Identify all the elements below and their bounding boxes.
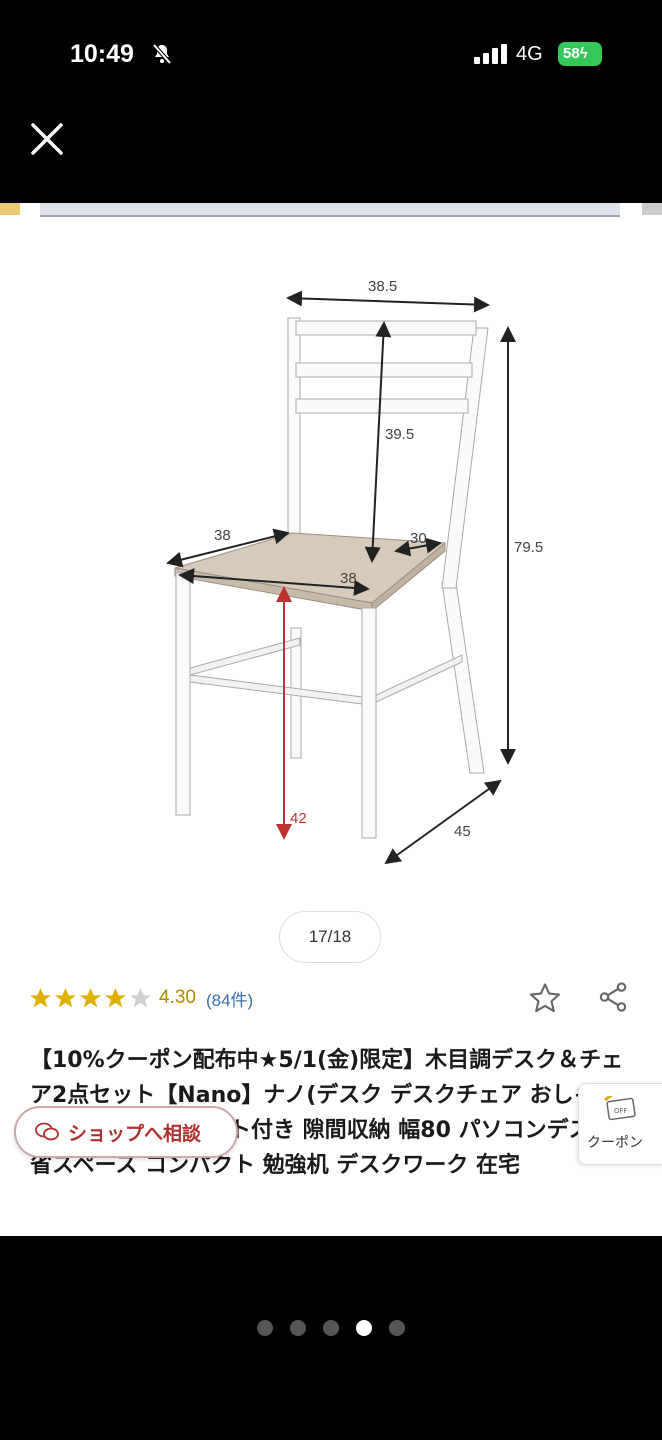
dimension-seat-width: 38 bbox=[340, 570, 357, 587]
star-empty-icon bbox=[130, 987, 151, 1007]
image-top-edge bbox=[40, 203, 620, 217]
page-dot[interactable] bbox=[257, 1320, 273, 1336]
share-icon[interactable] bbox=[596, 980, 630, 1014]
ask-shop-button[interactable]: ショップへ相談 bbox=[14, 1106, 238, 1158]
coupon-icon: OFF bbox=[604, 1096, 636, 1121]
clock: 10:49 bbox=[70, 40, 134, 68]
coupon-button[interactable]: OFF クーポン bbox=[578, 1083, 662, 1165]
dimension-total-height: 79.5 bbox=[514, 539, 543, 556]
dimension-seat-right: 30 bbox=[410, 530, 427, 547]
status-bar: 10:49 4G 58ϟ bbox=[0, 0, 662, 100]
image-counter: 17/18 bbox=[279, 911, 381, 963]
battery-level: 58 bbox=[563, 45, 580, 62]
star-rating bbox=[28, 986, 153, 1011]
rating-row[interactable]: 4.30 (84件) bbox=[28, 983, 253, 1013]
chair-dimension-diagram: 38.5 39.5 79.5 38 30 38 42 45 bbox=[166, 278, 543, 865]
star-outline-icon[interactable] bbox=[528, 981, 562, 1015]
signal-icon bbox=[474, 44, 507, 64]
dimension-seat-left: 38 bbox=[214, 527, 231, 544]
bell-slash-icon bbox=[152, 43, 172, 65]
page-dot[interactable] bbox=[323, 1320, 339, 1336]
chat-icon bbox=[35, 1122, 59, 1141]
ask-shop-label: ショップへ相談 bbox=[68, 1122, 202, 1145]
next-image-edge bbox=[642, 203, 662, 215]
previous-image-edge bbox=[0, 203, 20, 215]
star-filled-icon bbox=[55, 987, 76, 1007]
close-icon[interactable] bbox=[30, 122, 64, 156]
star-filled-icon bbox=[80, 987, 101, 1007]
bolt-icon: ϟ bbox=[579, 45, 588, 62]
screenshot-image[interactable]: 38.5 39.5 79.5 38 30 38 42 45 17/18 4.30… bbox=[0, 203, 662, 1236]
page-dot-active[interactable] bbox=[356, 1320, 372, 1336]
dimension-seat-height: 42 bbox=[290, 810, 307, 827]
battery-charging-icon: 58ϟ bbox=[558, 42, 602, 66]
coupon-label: クーポン bbox=[587, 1135, 643, 1151]
dimension-depth: 45 bbox=[454, 823, 471, 840]
dimension-top-width: 38.5 bbox=[368, 278, 397, 295]
dimension-backrest-height: 39.5 bbox=[385, 426, 414, 443]
star-filled-icon bbox=[105, 987, 126, 1007]
rating-value: 4.30 bbox=[159, 987, 196, 1008]
network-type: 4G bbox=[516, 43, 543, 65]
coupon-badge: OFF bbox=[614, 1107, 628, 1115]
star-filled-icon bbox=[30, 987, 51, 1007]
page-dot[interactable] bbox=[389, 1320, 405, 1336]
review-count-link[interactable]: (84件) bbox=[206, 986, 253, 1011]
page-dot[interactable] bbox=[290, 1320, 306, 1336]
page-indicator[interactable] bbox=[0, 1320, 662, 1340]
